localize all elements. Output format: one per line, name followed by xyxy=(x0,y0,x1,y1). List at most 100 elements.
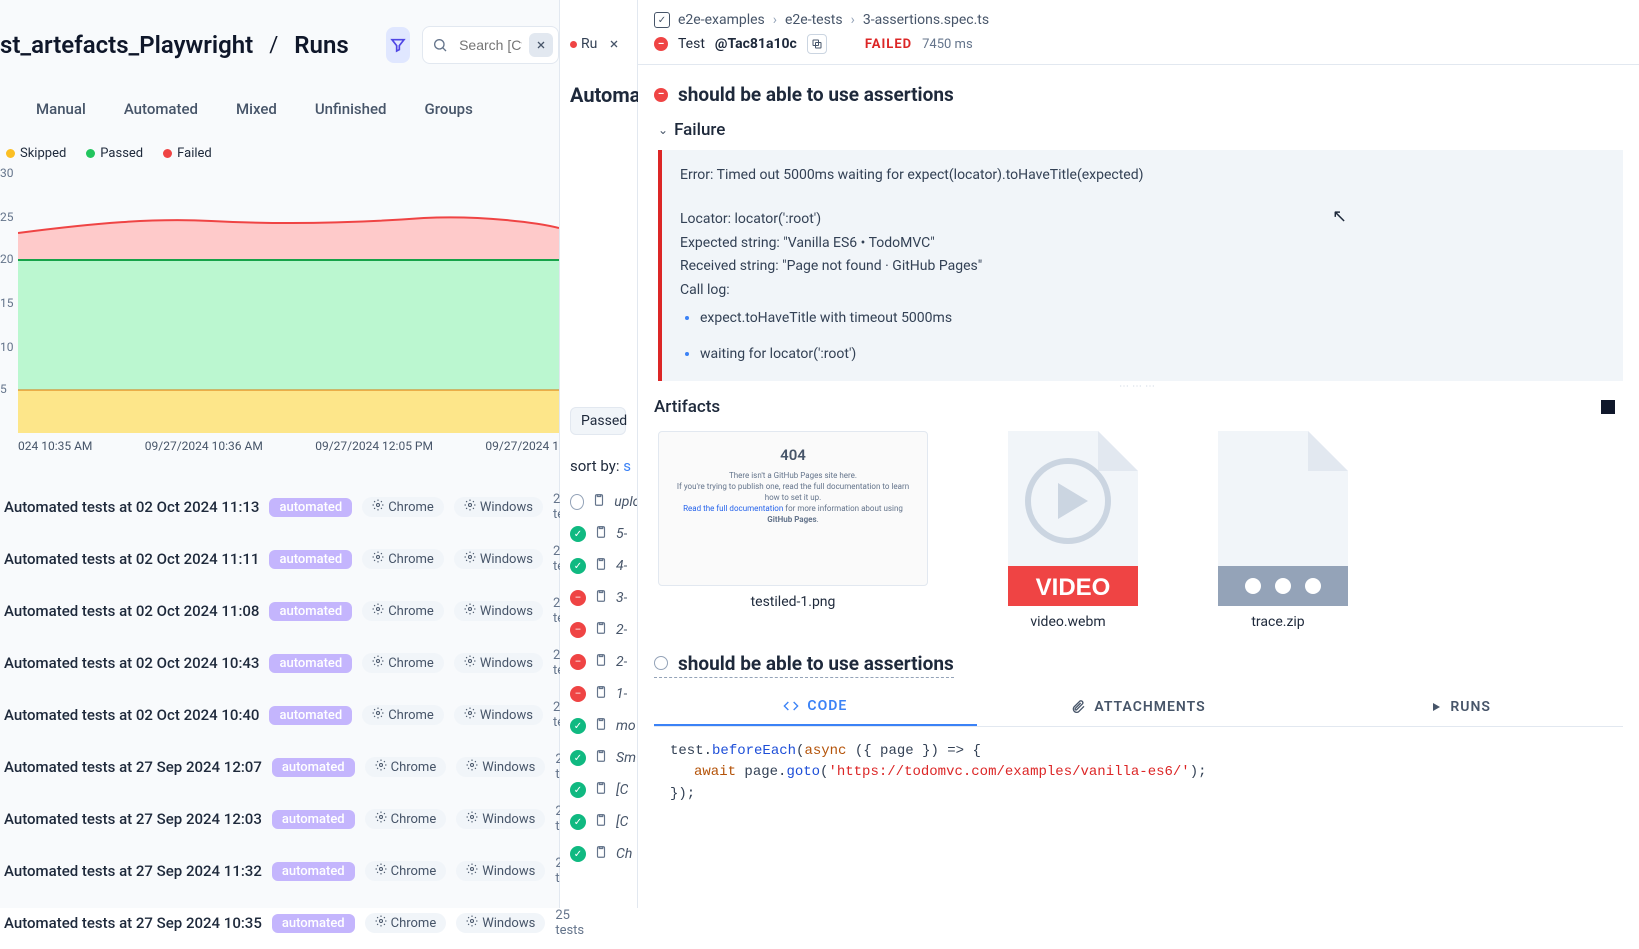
tab-manual[interactable]: Manual xyxy=(36,100,86,118)
automated-tag: automated xyxy=(272,914,355,933)
run-row[interactable]: Automated tests at 02 Oct 2024 11:13auto… xyxy=(4,481,559,533)
run-title: Automated tests at 27 Sep 2024 10:35 xyxy=(4,914,262,932)
browser-tag: Chrome xyxy=(362,653,444,673)
tab-groups[interactable]: Groups xyxy=(424,100,472,118)
gear-icon xyxy=(372,655,384,671)
artifact-trace[interactable]: trace.zip xyxy=(1208,431,1348,630)
error-calllog: Call log: xyxy=(680,279,1605,303)
status-icon: ✓ xyxy=(570,750,586,766)
status-icon: ✓ xyxy=(570,526,586,542)
legend-skipped[interactable]: Skipped xyxy=(6,146,66,161)
close-tab-button[interactable] xyxy=(603,33,625,55)
clipboard-icon xyxy=(594,845,608,863)
tab-automated[interactable]: Automated xyxy=(124,100,198,118)
test-list-item[interactable]: uplo xyxy=(570,493,637,511)
run-title: Automated tests at 02 Oct 2024 11:11 xyxy=(4,550,259,568)
run-row[interactable]: Automated tests at 27 Sep 2024 11:32auto… xyxy=(4,845,559,897)
test-list-item[interactable]: ✓ Sm xyxy=(570,749,637,767)
gear-icon xyxy=(466,811,478,827)
test-title: should be able to use assertions xyxy=(678,83,954,106)
chevron-right-icon: › xyxy=(773,12,777,28)
gear-icon xyxy=(466,863,478,879)
tab-attachments[interactable]: ATTACHMENTS xyxy=(977,688,1300,726)
page-title: Runs xyxy=(294,31,348,59)
gear-icon xyxy=(464,603,476,619)
test-list-item[interactable]: –2- xyxy=(570,653,637,671)
test-list-item[interactable]: –2- xyxy=(570,621,637,639)
clear-search-button[interactable] xyxy=(529,33,553,57)
run-row[interactable]: Automated tests at 02 Oct 2024 11:11auto… xyxy=(4,533,559,585)
copy-icon xyxy=(811,38,823,50)
tab-mixed[interactable]: Mixed xyxy=(236,100,277,118)
y-tick: 5 xyxy=(0,382,7,396)
copy-id-button[interactable] xyxy=(807,34,827,54)
gear-icon xyxy=(372,603,384,619)
error-locator: Locator: locator(':root') xyxy=(680,208,1605,232)
run-row[interactable]: Automated tests at 27 Sep 2024 12:07auto… xyxy=(4,741,559,793)
browser-tag: Chrome xyxy=(365,913,447,933)
test-list-item[interactable]: –1- xyxy=(570,685,637,703)
bc-seg[interactable]: e2e-tests xyxy=(785,12,843,28)
breadcrumb-sep: / xyxy=(265,33,282,58)
gear-icon xyxy=(464,707,476,723)
status-icon: – xyxy=(570,590,586,606)
runs-chart[interactable]: 30 25 20 15 10 5 xyxy=(0,173,559,433)
test-name-short: Sm xyxy=(616,750,636,766)
test-list-item[interactable]: ✓4- xyxy=(570,557,637,575)
area-chart xyxy=(0,173,559,433)
code-token: ({ page }) => { xyxy=(846,743,980,759)
run-row[interactable]: Automated tests at 27 Sep 2024 12:03auto… xyxy=(4,793,559,845)
gear-icon xyxy=(375,811,387,827)
failure-toggle[interactable]: ⌄ Failure xyxy=(654,120,1623,150)
run-row[interactable]: Automated tests at 02 Oct 2024 11:08auto… xyxy=(4,585,559,637)
run-row[interactable]: Automated tests at 02 Oct 2024 10:43auto… xyxy=(4,637,559,689)
detail-body: – should be able to use assertions ⌄ Fai… xyxy=(638,65,1639,820)
artifact-image[interactable]: 404 There isn't a GitHub Pages site here… xyxy=(658,431,928,610)
filter-button[interactable] xyxy=(386,27,410,63)
error-expected: Expected string: "Vanilla ES6 • TodoMVC" xyxy=(680,232,1605,256)
gear-icon xyxy=(372,551,384,567)
test-list: uplo✓5-✓4-–3-–2-–2-–1-✓mo✓Sm✓[C✓[C✓Ch xyxy=(560,475,637,863)
legend-label: Failed xyxy=(177,146,212,161)
run-row[interactable]: Automated tests at 27 Sep 2024 10:35 auto… xyxy=(4,897,559,949)
bc-seg[interactable]: 3-assertions.spec.ts xyxy=(863,12,989,28)
grid-view-icon[interactable] xyxy=(1601,400,1615,414)
code-token: 'https://todomvc.com/examples/vanilla-es… xyxy=(828,764,1189,780)
artifact-video[interactable]: VIDEO video.webm xyxy=(998,431,1138,630)
mid-tab[interactable]: Ru xyxy=(560,0,637,55)
legend-failed[interactable]: Failed xyxy=(163,146,212,161)
run-row[interactable]: Automated tests at 02 Oct 2024 10:40auto… xyxy=(4,689,559,741)
legend-passed[interactable]: Passed xyxy=(86,146,143,161)
artifacts-header: Artifacts xyxy=(654,387,1623,431)
bc-seg[interactable]: e2e-examples xyxy=(678,12,765,28)
x-tick: 09/27/2024 12:05 PM xyxy=(315,439,433,453)
tab-unfinished[interactable]: Unfinished xyxy=(315,100,387,118)
project-name[interactable]: st_artefacts_Playwright xyxy=(0,31,253,59)
close-icon xyxy=(535,39,547,51)
sort-link[interactable]: s xyxy=(623,457,631,475)
automated-tag: automated xyxy=(269,706,352,725)
test-label: Test xyxy=(678,36,705,52)
tab-label: Ru xyxy=(581,36,597,52)
test-list-item[interactable]: ✓mo xyxy=(570,717,637,735)
tab-runs[interactable]: RUNS xyxy=(1299,688,1622,726)
artifact-name: testiled-1.png xyxy=(751,594,836,610)
test-list-item[interactable]: ✓5- xyxy=(570,525,637,543)
gear-icon xyxy=(466,915,478,931)
tab-code[interactable]: CODE xyxy=(654,688,977,726)
detail-header: ✓ e2e-examples › e2e-tests › 3-assertion… xyxy=(638,0,1639,65)
test-list-item[interactable]: ✓[C xyxy=(570,781,637,799)
test-list-item[interactable]: –3- xyxy=(570,589,637,607)
passed-filter-pill[interactable]: Passed xyxy=(570,407,626,435)
browser-tag: Chrome xyxy=(362,705,444,725)
test-list-item[interactable]: ✓Ch xyxy=(570,845,637,863)
tab-label: CODE xyxy=(807,698,847,714)
tab-label: RUNS xyxy=(1450,699,1491,715)
test-list-item[interactable]: ✓[C xyxy=(570,813,637,831)
y-tick: 25 xyxy=(0,210,14,224)
clipboard-icon xyxy=(594,557,608,575)
sub-title: should be able to use assertions xyxy=(678,652,954,675)
os-tag: Windows xyxy=(456,809,545,829)
test-name-short: 2- xyxy=(616,622,627,638)
os-tag: Windows xyxy=(454,653,543,673)
